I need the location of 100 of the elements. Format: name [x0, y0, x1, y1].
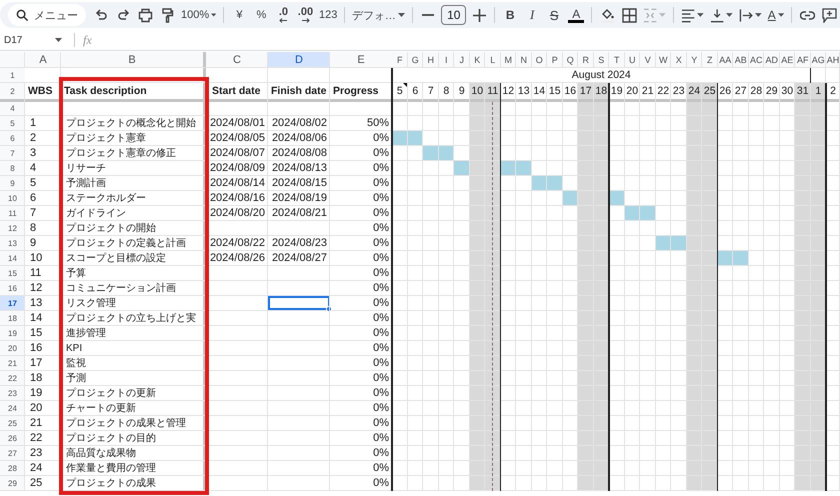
table-cell-text: 0%: [372, 281, 390, 295]
row-number[interactable]: 2: [0, 83, 25, 99]
font-button[interactable]: デフォ…: [348, 4, 408, 26]
minus-icon: [422, 14, 434, 16]
row-number[interactable]: 27: [0, 446, 25, 460]
row-number[interactable]: 4: [0, 102, 25, 115]
row-number[interactable]: 24: [0, 401, 25, 415]
task-cell-text: 高品質な成果物: [65, 446, 137, 460]
table-cell-text: 24: [29, 461, 44, 475]
day-header: 27: [734, 84, 748, 99]
row-number[interactable]: 1: [0, 68, 25, 82]
table-cell-text: 10: [29, 251, 44, 265]
text-button[interactable]: %: [250, 4, 272, 26]
row-number[interactable]: 18: [0, 311, 25, 325]
column-header[interactable]: D: [268, 52, 330, 67]
vertical-align-icon: [710, 8, 724, 22]
row-number[interactable]: 21: [0, 356, 25, 370]
table-cell-text: 15: [29, 326, 44, 340]
row-number[interactable]: 15: [0, 266, 25, 280]
row-number[interactable]: 6: [0, 131, 25, 145]
table-cell-text: 0%: [372, 146, 390, 160]
row-number[interactable]: 17: [0, 296, 25, 310]
zoom-button[interactable]: 100%: [178, 4, 220, 26]
table-cell-text: 2024/08/21: [270, 206, 328, 220]
text-button[interactable]: 123: [316, 4, 340, 26]
search-icon: [16, 8, 29, 22]
paint-bucket-icon: [600, 8, 615, 22]
day-header: 26: [718, 84, 732, 99]
task-cell-text: プロジェクトの概念化と開始: [65, 116, 197, 130]
row-number[interactable]: 20: [0, 341, 25, 355]
rotate-button[interactable]: A: [764, 4, 788, 26]
table-cell-text: 0%: [372, 236, 390, 250]
day-header: 11: [485, 83, 500, 99]
row-number[interactable]: 9: [0, 176, 25, 190]
table-cell-text: 6: [29, 191, 38, 205]
table-cell-text: 0%: [372, 191, 390, 205]
table-cell-text: 0%: [372, 386, 390, 400]
table-cell-text: 21: [29, 416, 44, 430]
row-number[interactable]: 10: [0, 191, 25, 205]
row-number[interactable]: 22: [0, 371, 25, 385]
table-cell-text: 2024/08/14: [208, 176, 266, 190]
task-cell-text: プロジェクトの定義と計画: [65, 236, 187, 250]
table-cell-text: 18: [29, 371, 44, 385]
color-button[interactable]: A: [565, 4, 588, 26]
menu-search-field[interactable]: メニュー: [8, 4, 86, 26]
table-cell-text: 0%: [372, 356, 390, 370]
name-box[interactable]: D17: [0, 31, 68, 49]
inc-button[interactable]: .00: [294, 4, 316, 26]
dec-button[interactable]: .0: [272, 4, 294, 26]
align-left-icon: [681, 8, 696, 22]
row-number[interactable]: 29: [0, 476, 25, 490]
row-number[interactable]: 26: [0, 431, 25, 445]
text-button[interactable]: ¥: [228, 4, 250, 26]
table-cell-text: 0%: [372, 476, 390, 490]
row-number[interactable]: 13: [0, 236, 25, 250]
caret-icon: [55, 38, 62, 42]
row-number[interactable]: 14: [0, 251, 25, 265]
row-number[interactable]: 11: [0, 206, 25, 220]
table-cell-text: 50%: [366, 116, 390, 130]
row-number[interactable]: 16: [0, 281, 25, 295]
table-cell-text: 0%: [372, 461, 390, 475]
row-number[interactable]: 8: [0, 161, 25, 175]
task-cell-text: プロジェクトの成果: [65, 476, 157, 490]
row-number[interactable]: 19: [0, 326, 25, 340]
strike-button[interactable]: S: [543, 4, 566, 26]
table-cell-text: 2: [29, 131, 38, 145]
borders-icon: [622, 8, 637, 22]
font-size-field[interactable]: 10: [441, 5, 466, 25]
table-cell-text: 2024/08/02: [270, 116, 328, 130]
row-number[interactable]: 25: [0, 416, 25, 430]
row-number[interactable]: 7: [0, 146, 25, 160]
row-number[interactable]: 23: [0, 386, 25, 400]
day-header: 23: [672, 84, 686, 99]
task-cell-text: プロジェクトの更新: [65, 386, 157, 400]
bold-button[interactable]: B: [499, 4, 522, 26]
row-number[interactable]: 28: [0, 461, 25, 475]
day-header: 17: [578, 83, 594, 99]
table-cell-text: 2024/08/19: [270, 191, 328, 205]
task-cell-text: スコープと目標の設定: [65, 252, 167, 265]
arrow-right-icon: [300, 18, 310, 23]
task-cell-text: リサーチ: [65, 162, 107, 175]
task-cell-text: チャートの更新: [65, 402, 137, 415]
day-header: 8: [442, 84, 450, 99]
table-cell-text: 25: [29, 476, 44, 490]
table-cell-text: 14: [29, 311, 44, 325]
table-cell-text: 0%: [372, 311, 390, 325]
day-header: 22: [656, 84, 670, 99]
table-cell-text: 0%: [372, 401, 390, 415]
row-number[interactable]: 5: [0, 116, 25, 130]
table-cell-text: 19: [29, 386, 44, 400]
row-number[interactable]: 12: [0, 221, 25, 235]
gantt-bar: [656, 236, 686, 250]
table-cell-text: 0%: [372, 161, 390, 175]
printer-icon: [138, 8, 152, 22]
day-header: 31: [795, 83, 810, 99]
column-title: WBS: [27, 84, 54, 99]
italic-button[interactable]: I: [521, 4, 544, 26]
task-cell-text: 進捗管理: [65, 326, 107, 340]
table-cell-text: 22: [29, 431, 44, 445]
table-cell-text: 2024/08/27: [270, 251, 328, 265]
